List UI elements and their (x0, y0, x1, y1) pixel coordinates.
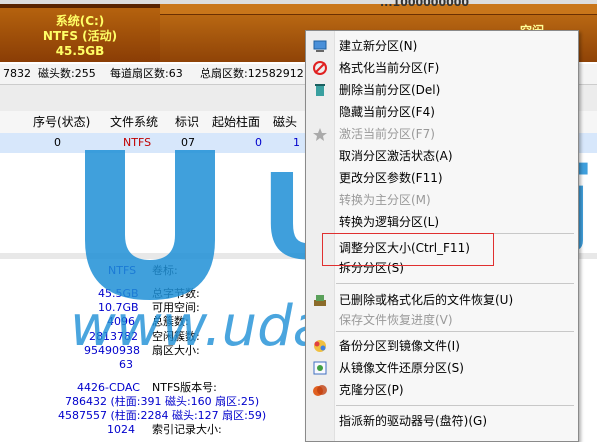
heads-info: 磁头数:255 (38, 67, 96, 80)
detail-total-bytes-label: 总字节数: (152, 287, 200, 300)
row-fs: NTFS (123, 136, 152, 149)
detail-mft-position: 786432 (柱面:391 磁头:160 扇区:25) (65, 395, 260, 408)
menu-item-label: 取消分区激活状态(A) (339, 149, 453, 163)
col-index[interactable]: 序号(状态) (33, 111, 90, 133)
menu-item-2[interactable]: 删除当前分区(Del) (306, 79, 578, 101)
total-sectors-info: 总扇区数:12582912 (200, 67, 304, 80)
menu-item-label: 转换为逻辑分区(L) (339, 215, 440, 229)
format-icon (312, 60, 328, 76)
row-start-cyl: 0 (255, 136, 262, 149)
menu-item-15[interactable]: 克隆分区(P) (306, 379, 578, 401)
partition-fs: NTFS (活动) (42, 29, 118, 43)
disk-header-fragment: ...1000000000 (380, 0, 470, 9)
detail-free-clusters: 2813782 (89, 330, 138, 343)
detail-fs-label: 卷标: (152, 264, 178, 277)
menu-item-label: 格式化当前分区(F) (339, 61, 440, 75)
col-id[interactable]: 标识 (175, 111, 199, 133)
delete-icon (312, 82, 328, 98)
menu-item-0[interactable]: 建立新分区(N) (306, 35, 578, 57)
menu-item-label: 从镜像文件还原分区(S) (339, 361, 464, 375)
partition-size: 45.5GB (55, 44, 105, 58)
menu-item-13[interactable]: 备份分区到镜像文件(I) (306, 335, 578, 357)
menu-item-6[interactable]: 更改分区参数(F11) (306, 167, 578, 189)
clone-icon (312, 382, 328, 398)
menu-item-label: 删除当前分区(Del) (339, 83, 441, 97)
menu-item-label: 转换为主分区(M) (339, 193, 431, 207)
col-head[interactable]: 磁头 (273, 111, 297, 133)
menu-item-16[interactable]: 指派新的驱动器号(盘符)(G) (306, 410, 578, 432)
menu-item-label: 指派新的驱动器号(盘符)(G) (339, 414, 488, 428)
detail-index-label: 索引记录大小: (152, 423, 222, 436)
menu-item-label: 备份分区到镜像文件(I) (339, 339, 460, 353)
row-id: 07 (181, 136, 195, 149)
partition-block-c[interactable]: 系统(C:) NTFS (活动) 45.5GB (0, 4, 160, 62)
menu-item-11[interactable]: 已删除或格式化后的文件恢复(U) (306, 289, 578, 311)
menu-item-7: 转换为主分区(M) (306, 189, 578, 211)
col-fs[interactable]: 文件系统 (110, 111, 158, 133)
detail-free-clusters-label: 空闲簇数: (152, 330, 200, 343)
detail-fs: NTFS (108, 264, 137, 277)
row-index: 0 (54, 136, 61, 149)
sectors-per-track-info: 每道扇区数:63 (110, 67, 183, 80)
detail-serial: 4426-CDAC (77, 381, 140, 394)
menu-item-14[interactable]: 从镜像文件还原分区(S) (306, 357, 578, 379)
cylinders-value: 7832 (3, 67, 31, 80)
menu-item-1[interactable]: 格式化当前分区(F) (306, 57, 578, 79)
restore-icon (312, 360, 328, 376)
menu-item-label: 激活当前分区(F7) (339, 127, 435, 141)
menu-item-3[interactable]: 隐藏当前分区(F4) (306, 101, 578, 123)
menu-item-label: 更改分区参数(F11) (339, 171, 443, 185)
col-start-cyl[interactable]: 起始柱面 (212, 111, 260, 133)
menu-item-label: 克隆分区(P) (339, 383, 404, 397)
menu-item-5[interactable]: 取消分区激活状态(A) (306, 145, 578, 167)
detail-sector-size-label: 扇区大小: (152, 344, 200, 357)
detail-total-size: 45.5GB (98, 287, 139, 300)
menu-item-12: 保存文件恢复进度(V) (306, 309, 578, 331)
detail-ntfs-version-label: NTFS版本号: (152, 381, 217, 394)
menu-item-label: 保存文件恢复进度(V) (339, 313, 453, 327)
detail-sector-count: 95490938 (84, 344, 140, 357)
detail-sector-value: 63 (119, 358, 133, 371)
menu-item-label: 隐藏当前分区(F4) (339, 105, 435, 119)
partition-name: 系统(C:) (55, 14, 105, 28)
recover-icon (312, 292, 328, 308)
menu-item-4: 激活当前分区(F7) (306, 123, 578, 145)
detail-total-clusters-label: 总簇数: (152, 315, 189, 328)
menu-item-label: 建立新分区(N) (339, 39, 418, 53)
highlight-box (322, 233, 494, 266)
detail-last-value: 1024 (107, 423, 135, 436)
menu-item-label: 已删除或格式化后的文件恢复(U) (339, 293, 514, 307)
detail-mftmirr-position: 4587557 (柱面:2284 磁头:127 扇区:59) (58, 409, 267, 422)
new-partition-icon (312, 38, 328, 54)
partition-free-top (160, 4, 597, 15)
detail-free-space: 10.7GB (98, 301, 139, 314)
detail-free-label: 可用空间: (152, 301, 200, 314)
row-head: 1 (293, 136, 300, 149)
partition-selected-indicator (0, 4, 160, 8)
backup-icon (312, 338, 328, 354)
menu-separator (336, 331, 574, 332)
activate-icon (312, 126, 328, 142)
menu-separator (336, 283, 574, 284)
menu-item-8[interactable]: 转换为逻辑分区(L) (306, 211, 578, 233)
menu-separator (336, 405, 574, 406)
detail-cluster-size: 4096 (107, 315, 135, 328)
